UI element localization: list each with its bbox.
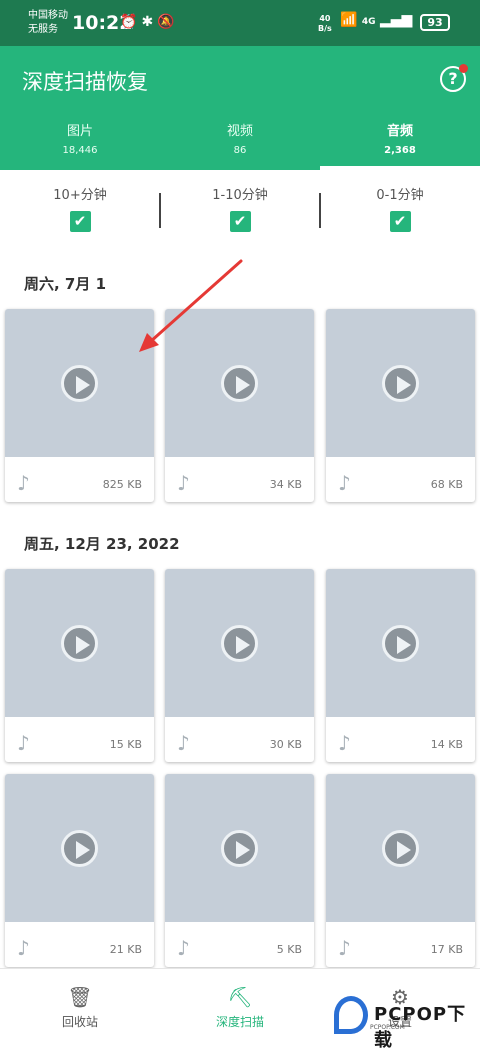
nav-recycle-bin[interactable]: 🗑 回收站	[0, 985, 160, 1030]
trash-icon: 🗑	[67, 985, 93, 1009]
drill-icon: ⛏	[227, 985, 253, 1009]
annotation-arrow	[139, 259, 243, 352]
watermark-logo	[334, 996, 368, 1034]
watermark-subtext: PCPOP.COM	[370, 1024, 405, 1031]
nav-label: 回收站	[61, 1015, 98, 1029]
nav-label: 深度扫描	[215, 1015, 264, 1029]
watermark: PCPOP下载 PCPOP.COM	[328, 994, 476, 1051]
nav-deep-scan[interactable]: ⛏ 深度扫描	[160, 985, 320, 1030]
